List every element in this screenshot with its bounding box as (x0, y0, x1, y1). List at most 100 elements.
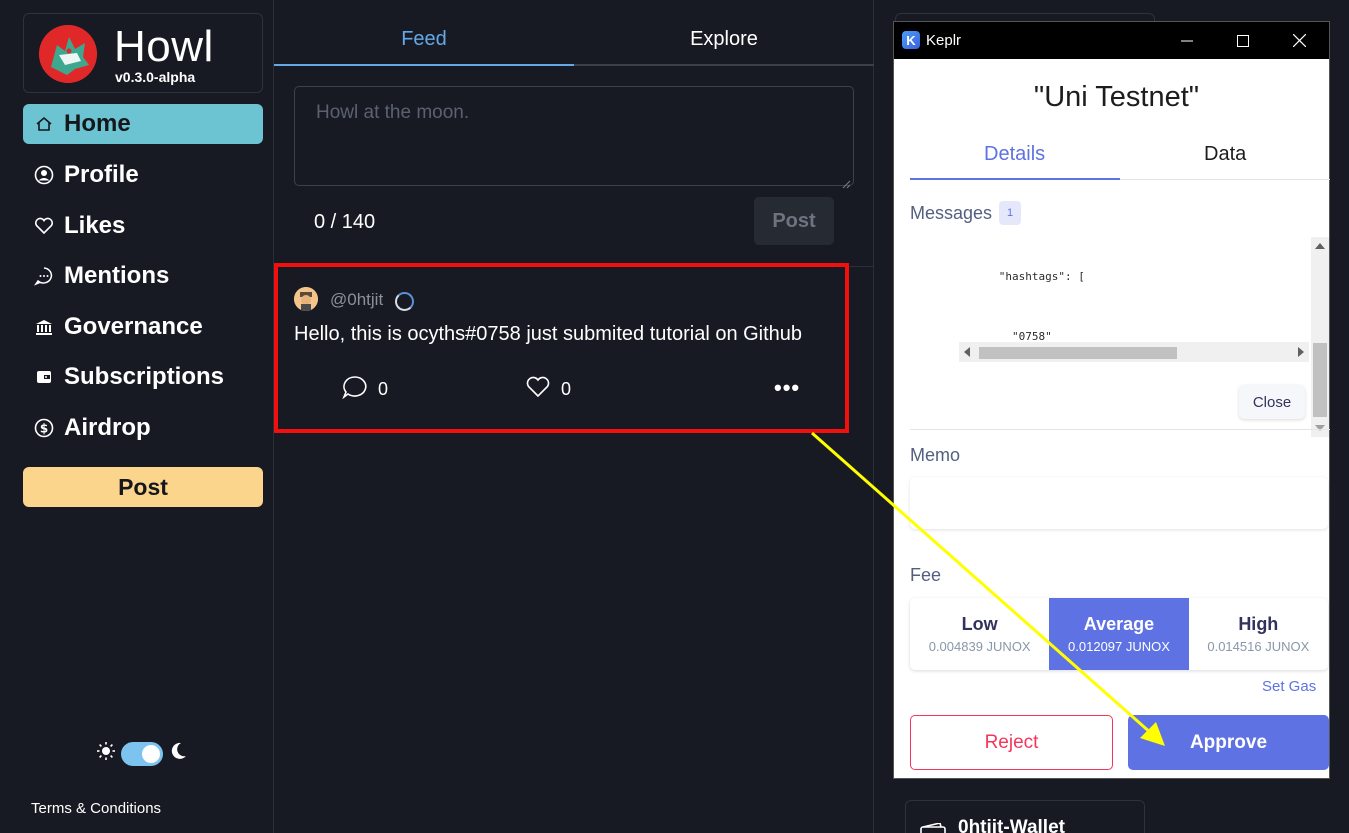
theme-toggle[interactable] (96, 741, 188, 766)
keplr-body: "Uni Testnet" Details Data Messages 1 "h… (894, 59, 1330, 779)
sidebar: Howl v0.3.0-alpha Home Profile Likes Men… (0, 0, 274, 833)
tab-explore[interactable]: Explore (574, 28, 874, 51)
sidebar-item-label: Home (64, 110, 131, 137)
scroll-right-icon (1298, 347, 1304, 357)
minimize-icon (1181, 40, 1193, 41)
wallet-icon (33, 366, 55, 388)
main-feed: Feed Explore Howl at the moon. 0 / 140 P… (274, 0, 874, 833)
svg-text:$: $ (40, 422, 48, 436)
char-counter: 0 / 140 (314, 211, 376, 233)
annotation-highlight-box (274, 263, 849, 433)
sidebar-item-label: Profile (64, 161, 139, 188)
comment-count: 0 (378, 379, 389, 399)
reject-button[interactable]: Reject (910, 715, 1113, 770)
vertical-scrollbar[interactable] (1311, 237, 1329, 437)
sun-icon (96, 741, 116, 766)
like-button[interactable]: 0 (525, 375, 571, 404)
comment-button[interactable]: 0 (342, 375, 388, 404)
keplr-logo-icon: K (902, 31, 920, 49)
app-name: Howl (114, 22, 214, 71)
fee-amount: 0.012097 JUNOX (1068, 639, 1170, 654)
fee-selector: Low 0.004839 JUNOX Average 0.012097 JUNO… (910, 598, 1328, 670)
dollar-coin-icon: $ (33, 417, 55, 439)
keplr-window-title: Keplr (926, 32, 962, 49)
resize-handle-icon[interactable] (841, 173, 851, 189)
fee-option-high[interactable]: High 0.014516 JUNOX (1189, 598, 1328, 670)
tab-data[interactable]: Data (1204, 143, 1246, 166)
fee-name: Low (961, 614, 998, 634)
chat-bubble-icon (33, 265, 55, 287)
sidebar-item-mentions[interactable]: Mentions (23, 256, 263, 296)
approve-button[interactable]: Approve (1128, 715, 1329, 770)
submit-post-button[interactable]: Post (754, 197, 834, 245)
messages-label: Messages (910, 203, 993, 223)
post-actions: 0 0 ••• (294, 375, 834, 405)
scroll-down-icon (1315, 425, 1325, 431)
sidebar-item-label: Airdrop (64, 414, 151, 441)
fee-option-average[interactable]: Average 0.012097 JUNOX (1049, 598, 1189, 670)
scrollbar-thumb[interactable] (979, 347, 1177, 359)
tab-feed[interactable]: Feed (274, 28, 574, 51)
theme-switch[interactable] (121, 741, 163, 766)
memo-input[interactable] (910, 477, 1328, 529)
like-count: 0 (561, 379, 572, 399)
fee-name: Average (1083, 614, 1155, 634)
sidebar-post-button[interactable]: Post (23, 467, 263, 507)
post-author-handle[interactable]: @0htjit (330, 290, 383, 310)
sidebar-item-airdrop[interactable]: $ Airdrop (23, 408, 263, 448)
user-circle-icon (33, 164, 55, 186)
code-line: "hashtags": [ (959, 270, 1085, 283)
moon-icon (168, 741, 188, 766)
fee-label: Fee (910, 565, 942, 585)
switch-knob (142, 744, 160, 763)
wallet-card[interactable]: 0htjit-Wallet (905, 800, 1145, 833)
sidebar-item-label: Governance (64, 313, 203, 340)
close-icon (1292, 34, 1306, 47)
bank-icon (33, 316, 55, 338)
scrollbar-thumb[interactable] (1313, 343, 1327, 417)
sidebar-item-subscriptions[interactable]: Subscriptions (23, 357, 263, 397)
wallet-name: 0htjit-Wallet (958, 817, 1065, 833)
fee-name: High (1238, 614, 1279, 634)
comment-icon (342, 375, 368, 404)
wallet-icon (920, 822, 946, 833)
loading-spinner-icon (395, 292, 414, 311)
horizontal-scrollbar[interactable] (959, 342, 1309, 362)
sidebar-item-home[interactable]: Home (23, 104, 263, 144)
fee-amount: 0.004839 JUNOX (928, 639, 1031, 654)
feed-tabs: Feed Explore (274, 14, 874, 66)
messages-count-badge: 1 (999, 201, 1021, 225)
maximize-button[interactable] (1215, 22, 1271, 59)
close-message-button[interactable]: Close (1239, 385, 1305, 419)
minimize-button[interactable] (1159, 22, 1215, 59)
heart-icon (33, 215, 55, 237)
sidebar-item-profile[interactable]: Profile (23, 155, 263, 195)
avatar[interactable] (294, 287, 318, 311)
sidebar-item-governance[interactable]: Governance (23, 307, 263, 347)
brand-header[interactable]: Howl v0.3.0-alpha (23, 13, 263, 93)
home-icon (33, 113, 55, 135)
tab-active-underline (274, 64, 574, 66)
terms-link[interactable]: Terms & Conditions (31, 800, 161, 817)
scroll-up-icon (1315, 243, 1325, 249)
app-version: v0.3.0-alpha (115, 69, 196, 85)
window-close-button[interactable] (1271, 22, 1327, 59)
divider (910, 429, 1330, 430)
chain-title: "Uni Testnet" (1033, 81, 1200, 113)
set-gas-link[interactable]: Set Gas (1262, 678, 1316, 695)
tab-details[interactable]: Details (984, 143, 1045, 166)
fee-option-low[interactable]: Low 0.004839 JUNOX (910, 598, 1049, 670)
keplr-window: K Keplr "Uni Testnet" Details Data Messa… (893, 21, 1330, 779)
sidebar-item-label: Likes (64, 212, 126, 239)
fee-amount: 0.014516 JUNOX (1207, 639, 1310, 654)
heart-icon (525, 375, 551, 404)
sidebar-item-likes[interactable]: Likes (23, 206, 263, 246)
keplr-tab-underline (910, 178, 1120, 180)
keplr-titlebar[interactable]: K Keplr (894, 22, 1329, 59)
howl-logo-icon (39, 25, 97, 83)
composer-placeholder: Howl at the moon. (316, 102, 470, 123)
post-text: Hello, this is ocyths#0758 just submited… (294, 323, 803, 345)
more-options-icon[interactable]: ••• (774, 375, 800, 401)
composer-input[interactable]: Howl at the moon. (294, 86, 854, 189)
maximize-icon (1237, 34, 1249, 47)
